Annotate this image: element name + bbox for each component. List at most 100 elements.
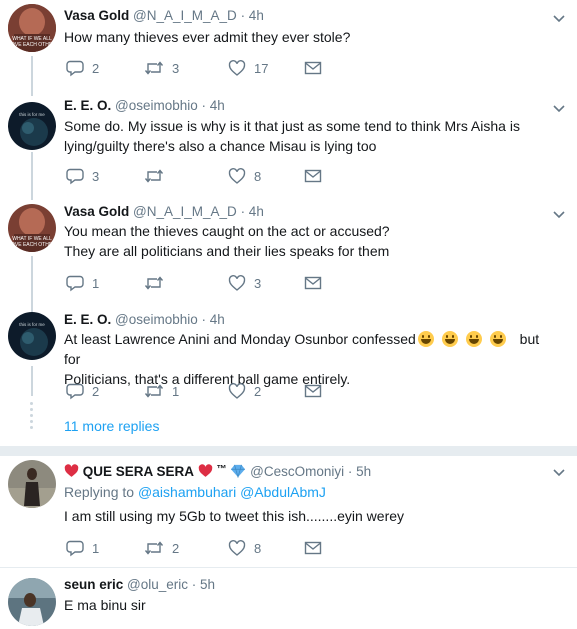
avatar[interactable]: this is for me xyxy=(8,102,56,150)
message-button[interactable] xyxy=(304,381,322,401)
chevron-down-icon[interactable] xyxy=(551,464,567,480)
timestamp[interactable]: · 4h xyxy=(241,204,264,219)
message-icon xyxy=(304,541,322,555)
retweet-count: 1 xyxy=(172,383,180,399)
reply-icon xyxy=(66,383,84,400)
reply-icon xyxy=(66,168,84,185)
reply-button[interactable]: 1 xyxy=(66,538,99,558)
tweet-text-segment: At least Lawrence Anini and Monday Osunb… xyxy=(64,331,416,347)
like-count: 8 xyxy=(254,168,262,184)
message-icon xyxy=(304,61,322,75)
reply-mention[interactable]: @AbdulAbmJ xyxy=(240,484,326,500)
retweet-icon xyxy=(144,61,164,75)
svg-text:this is for me: this is for me xyxy=(19,322,45,327)
blue-diamond-emoji xyxy=(231,464,246,479)
user-handle[interactable]: @N_A_I_M_A_D xyxy=(133,204,237,219)
retweet-button[interactable]: 2 xyxy=(144,538,179,558)
tweet-header: E. E. O. @oseimobhio · 4h xyxy=(64,96,225,116)
display-name[interactable]: QUE SERA SERA xyxy=(83,464,194,479)
conversation-divider xyxy=(0,446,577,456)
tweet[interactable]: WHAT IF WE ALL LOVE EACH OTHER Vasa Gold… xyxy=(0,200,577,310)
timestamp[interactable]: · 5h xyxy=(192,577,215,592)
tweet-header: E. E. O. @oseimobhio · 4h xyxy=(64,310,225,330)
reply-mention[interactable]: @aishambuhari xyxy=(138,484,236,500)
avatar[interactable]: WHAT IF WE ALL LOVE EACH OTHER xyxy=(8,4,56,52)
tweet-text-line: Some do. My issue is why is it that just… xyxy=(64,118,520,134)
user-handle[interactable]: @N_A_I_M_A_D xyxy=(133,8,237,23)
tweet-text-line: You mean the thieves caught on the act o… xyxy=(64,223,390,239)
like-button[interactable]: 2 xyxy=(228,381,261,401)
reply-icon xyxy=(66,275,84,292)
replying-to-label: Replying to xyxy=(64,484,135,500)
message-button[interactable] xyxy=(304,273,322,293)
display-name[interactable]: Vasa Gold xyxy=(64,204,129,219)
reply-button[interactable]: 2 xyxy=(66,58,99,78)
heart-icon xyxy=(228,60,246,76)
like-button[interactable]: 3 xyxy=(228,273,261,293)
retweet-button[interactable] xyxy=(144,166,172,186)
grinning-face-emoji xyxy=(489,331,506,347)
retweet-button[interactable] xyxy=(144,273,172,293)
tweet-text-line: They are all politicians and their lies … xyxy=(64,243,390,259)
like-count: 3 xyxy=(254,275,262,291)
user-handle[interactable]: @oseimobhio xyxy=(115,312,198,327)
heart-icon xyxy=(228,383,246,399)
like-count: 2 xyxy=(254,383,262,399)
avatar[interactable] xyxy=(8,460,56,508)
tweet[interactable]: this is for me E. E. O. @oseimobhio · 4h… xyxy=(0,308,577,408)
replying-to: Replying to @aishambuhari @AbdulAbmJ xyxy=(64,482,554,502)
reply-icon xyxy=(66,540,84,557)
user-handle[interactable]: @CescOmoniyi xyxy=(250,464,344,479)
display-name[interactable]: E. E. O. xyxy=(64,98,111,113)
retweet-icon xyxy=(144,384,164,398)
timestamp[interactable]: · 4h xyxy=(241,8,264,23)
reply-button[interactable]: 1 xyxy=(66,273,99,293)
svg-text:this is for me: this is for me xyxy=(19,112,45,117)
tweet[interactable]: seun eric @olu_eric · 5h E ma binu sir xyxy=(0,568,577,629)
grinning-face-emoji xyxy=(465,331,482,347)
chevron-down-icon[interactable] xyxy=(551,100,567,116)
message-button[interactable] xyxy=(304,58,322,78)
avatar[interactable]: this is for me xyxy=(8,312,56,360)
tweet[interactable]: this is for me E. E. O. @oseimobhio · 4h… xyxy=(0,94,577,200)
tweet-text: E ma binu sir xyxy=(64,597,146,613)
chevron-down-icon[interactable] xyxy=(551,206,567,222)
timestamp[interactable]: · 5h xyxy=(348,464,371,479)
like-count: 8 xyxy=(254,540,262,556)
message-button[interactable] xyxy=(304,538,322,558)
retweet-icon xyxy=(144,276,164,290)
avatar[interactable] xyxy=(8,578,56,626)
tweet-text: You mean the thieves caught on the act o… xyxy=(64,221,554,261)
tweet[interactable]: QUE SERA SERA ™ @CescOmoniyi · 5h Replyi… xyxy=(0,456,577,566)
timestamp[interactable]: · 4h xyxy=(202,312,225,327)
retweet-button[interactable]: 3 xyxy=(144,58,179,78)
tweet-text-line: At least Lawrence Anini and Monday Osunb… xyxy=(64,329,554,369)
grinning-face-emoji xyxy=(441,331,458,347)
reply-count: 3 xyxy=(92,168,100,184)
user-handle[interactable]: @olu_eric xyxy=(127,577,188,592)
display-name[interactable]: Vasa Gold xyxy=(64,8,129,23)
tweet-text: At least Lawrence Anini and Monday Osunb… xyxy=(64,329,554,389)
reply-button[interactable]: 3 xyxy=(66,166,99,186)
chevron-down-icon[interactable] xyxy=(551,10,567,26)
thread-line xyxy=(31,56,33,96)
display-name[interactable]: E. E. O. xyxy=(64,312,111,327)
tweet-header: Vasa Gold @N_A_I_M_A_D · 4h xyxy=(64,202,264,222)
reply-button[interactable]: 2 xyxy=(66,381,99,401)
like-button[interactable]: 8 xyxy=(228,166,261,186)
tweet[interactable]: WHAT IF WE ALL LOVE EACH OTHER Vasa Gold… xyxy=(0,0,577,100)
retweet-icon xyxy=(144,169,164,183)
avatar[interactable]: WHAT IF WE ALL LOVE EACH OTHER xyxy=(8,204,56,252)
like-button[interactable]: 17 xyxy=(228,58,268,78)
display-name[interactable]: seun eric xyxy=(64,577,123,592)
tweet-header: Vasa Gold @N_A_I_M_A_D · 4h xyxy=(64,6,264,26)
retweet-count: 2 xyxy=(172,540,180,556)
show-more-replies-link[interactable]: 11 more replies xyxy=(64,416,159,436)
message-button[interactable] xyxy=(304,166,322,186)
user-handle[interactable]: @oseimobhio xyxy=(115,98,198,113)
timestamp[interactable]: · 4h xyxy=(202,98,225,113)
retweet-button[interactable]: 1 xyxy=(144,381,179,401)
red-heart-emoji xyxy=(64,464,79,477)
like-button[interactable]: 8 xyxy=(228,538,261,558)
tweet-text-line: lying/guilty there's also a chance Misau… xyxy=(64,138,377,154)
